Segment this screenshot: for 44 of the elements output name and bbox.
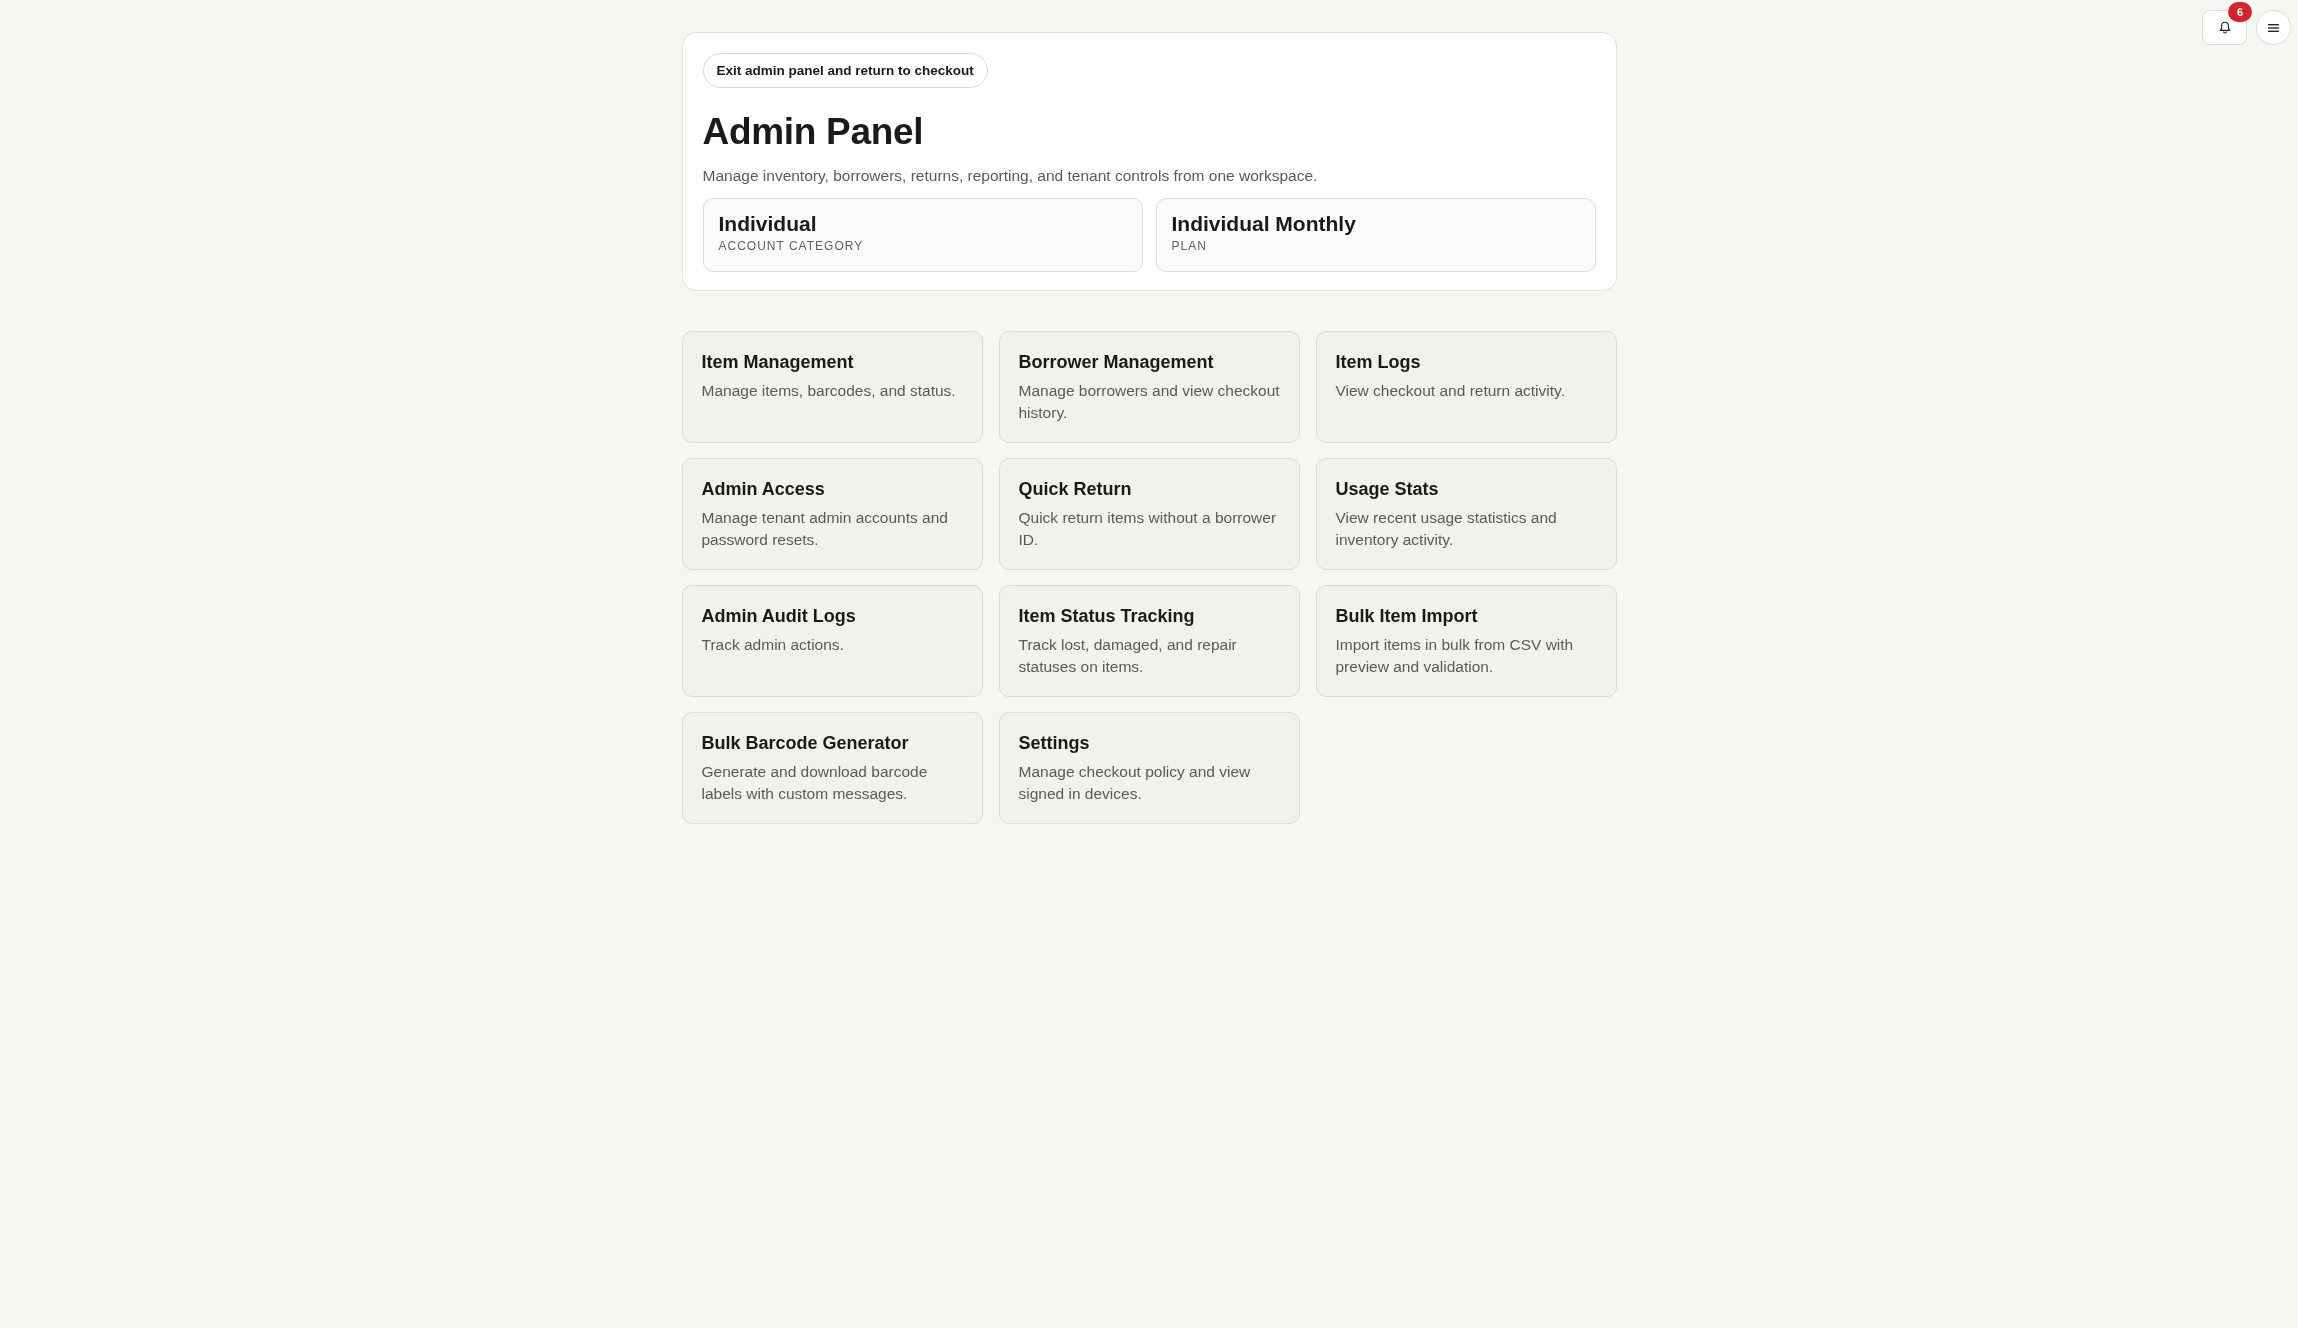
- page-subtitle: Manage inventory, borrowers, returns, reporting, and tenant controls from one workspace.: [702, 166, 1319, 186]
- tool-title: Quick Return: [1018, 478, 1133, 501]
- tool-description: Manage tenant admin accounts and password resets.: [701, 508, 949, 550]
- tool-card[interactable]: Admin Access Manage tenant admin accounts and password resets.: [681, 458, 983, 570]
- tool-card[interactable]: Item Logs View checkout and return activity.: [1315, 331, 1617, 443]
- tool-card[interactable]: Bulk Barcode Generator Generate and download barcode labels with custom messages.: [681, 712, 983, 824]
- tool-title: Usage Stats: [1335, 478, 1440, 501]
- tool-title: Borrower Management: [1018, 351, 1215, 374]
- notification-count-badge: 6: [2228, 2, 2252, 22]
- tool-description: View recent usage statistics and inventory activity.: [1335, 508, 1558, 550]
- tool-description: View checkout and return activity.: [1335, 381, 1566, 401]
- tool-card[interactable]: Quick Return Quick return items without a borrower ID.: [998, 458, 1300, 570]
- tool-card[interactable]: Item Management Manage items, barcodes, and status.: [681, 331, 983, 443]
- tool-title: Bulk Item Import: [1335, 605, 1479, 628]
- tool-card[interactable]: Borrower Management Manage borrowers and view checkout history.: [998, 331, 1300, 443]
- tool-description: Quick return items without a borrower ID.: [1018, 508, 1278, 550]
- tool-description: Generate and download barcode labels with custom messages.: [701, 762, 929, 804]
- exit-admin-button[interactable]: Exit admin panel and return to checkout: [702, 53, 988, 88]
- tool-description: Track admin actions.: [701, 635, 845, 655]
- tool-description: Import items in bulk from CSV with preview and validation.: [1335, 635, 1575, 677]
- bell-icon: [2218, 21, 2231, 34]
- tool-title: Item Logs: [1335, 351, 1422, 374]
- tool-card[interactable]: Item Status Tracking Track lost, damaged, and repair statuses on items.: [998, 585, 1300, 697]
- tool-title: Bulk Barcode Generator: [701, 732, 910, 755]
- tool-title: Item Management: [701, 351, 855, 374]
- info-value: Individual: [718, 211, 818, 237]
- page-title: Admin Panel: [702, 110, 925, 154]
- tool-description: Manage borrowers and view checkout history.: [1018, 381, 1281, 423]
- tool-title: Admin Audit Logs: [701, 605, 857, 628]
- menu-button[interactable]: [2256, 10, 2291, 45]
- tool-card[interactable]: Usage Stats View recent usage statistics and inventory activity.: [1315, 458, 1617, 570]
- tool-description: Manage items, barcodes, and status.: [701, 381, 957, 401]
- tool-title: Admin Access: [701, 478, 826, 501]
- tool-description: Manage checkout policy and view signed in devices.: [1018, 762, 1252, 804]
- tool-title: Settings: [1018, 732, 1091, 755]
- tool-description: Track lost, damaged, and repair statuses on items.: [1018, 635, 1238, 677]
- tool-card[interactable]: Bulk Item Import Import items in bulk from CSV with preview and validation.: [1315, 585, 1617, 697]
- tool-card[interactable]: Admin Audit Logs Track admin actions.: [681, 585, 983, 697]
- menu-icon: [2268, 23, 2279, 32]
- tool-title: Item Status Tracking: [1018, 605, 1196, 628]
- info-label: PLAN: [1171, 238, 1208, 254]
- tool-card[interactable]: Settings Manage checkout policy and view signed in devices.: [998, 712, 1300, 824]
- info-label: ACCOUNT CATEGORY: [718, 238, 865, 254]
- info-value: Individual Monthly: [1171, 211, 1357, 237]
